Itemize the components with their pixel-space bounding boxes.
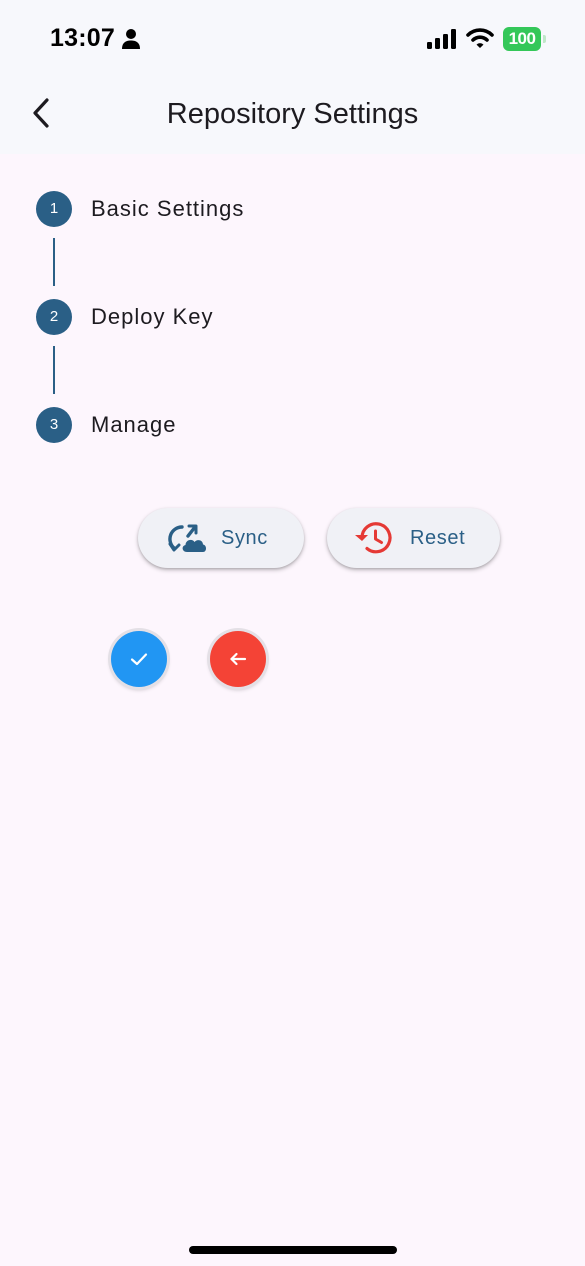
home-indicator[interactable]: [189, 1246, 397, 1254]
sync-label: Sync: [221, 527, 268, 549]
step-number: 3: [36, 407, 72, 443]
person-icon: [122, 29, 140, 49]
step-deploy-key[interactable]: 2 Deploy Key: [36, 299, 436, 335]
battery-icon: 100: [503, 27, 546, 51]
step-connector: [53, 238, 55, 286]
status-time: 13:07: [50, 24, 115, 52]
step-label: Basic Settings: [91, 196, 245, 221]
signal-icon: [427, 29, 456, 49]
step-number: 2: [36, 299, 72, 335]
back-fab-button[interactable]: [210, 631, 266, 687]
step-number: 1: [36, 191, 72, 227]
wifi-icon: [466, 28, 494, 48]
step-basic-settings[interactable]: 1 Basic Settings: [36, 191, 436, 227]
step-label: Manage: [91, 412, 177, 437]
arrow-left-icon: [230, 652, 247, 666]
sync-button[interactable]: Sync: [138, 508, 304, 568]
step-label: Deploy Key: [91, 304, 214, 329]
step-manage[interactable]: 3 Manage: [36, 407, 436, 443]
battery-level: 100: [503, 27, 541, 51]
app-bar: Repository Settings: [0, 78, 585, 154]
cloud-sync-icon: [168, 524, 206, 552]
reset-label: Reset: [410, 527, 466, 549]
page-title: Repository Settings: [166, 98, 419, 130]
confirm-button[interactable]: [111, 631, 167, 687]
history-icon: [355, 522, 392, 554]
check-icon: [130, 653, 148, 666]
status-bar: 13:07 100: [0, 0, 585, 78]
reset-button[interactable]: Reset: [327, 508, 500, 568]
battery-nub: [543, 35, 546, 43]
step-connector: [53, 346, 55, 394]
